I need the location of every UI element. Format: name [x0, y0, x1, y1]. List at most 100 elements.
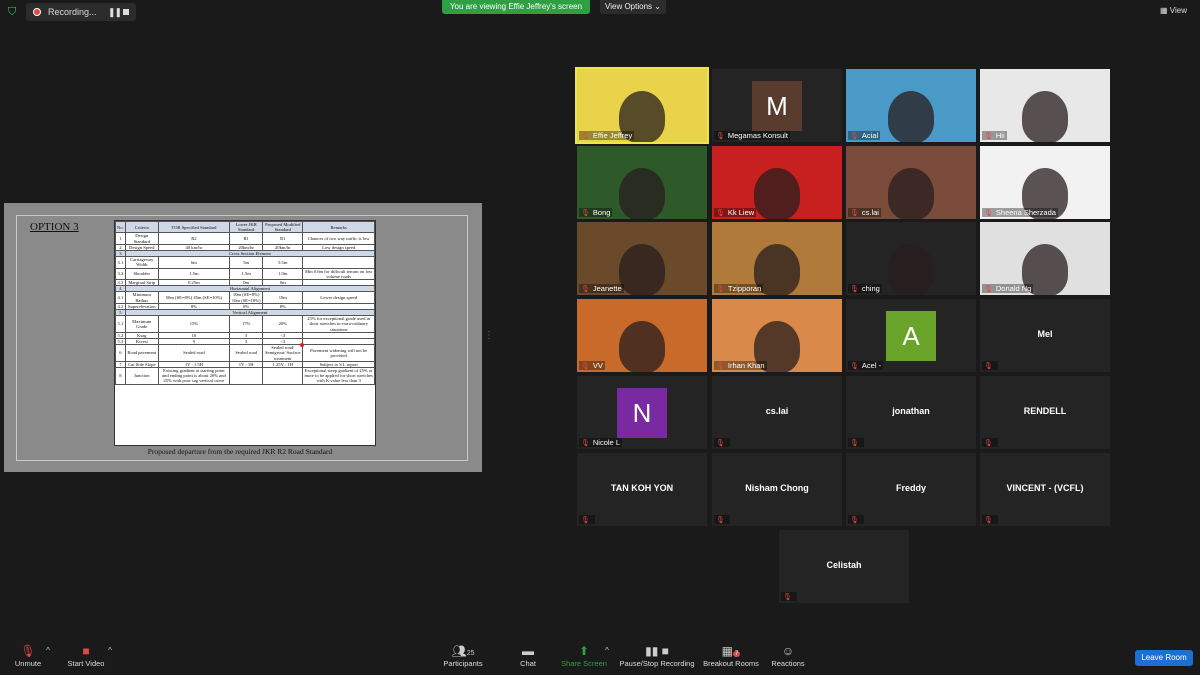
pointer-dot: [300, 343, 304, 347]
participant-tile[interactable]: 🎙︎ cs.lai: [846, 146, 976, 219]
participant-label: 🎙︎ Donald Ng: [982, 284, 1034, 293]
table-header-cell: Remarks: [302, 220, 375, 234]
participant-tile[interactable]: 🎙︎ Sheena Sherzada: [980, 146, 1110, 219]
pause-stop-recording-button[interactable]: ▮▮ ■ Pause/Stop Recording: [619, 643, 695, 668]
participant-tile[interactable]: Celistah 🎙︎: [779, 530, 909, 603]
participant-label-text: ching: [861, 284, 880, 293]
view-options-button[interactable]: View Options ⌄: [600, 0, 666, 14]
participant-tile[interactable]: Nisham Chong 🎙︎: [712, 453, 842, 526]
participant-label: 🎙︎ ching: [848, 284, 882, 293]
mic-muted-icon: 🎙︎: [581, 517, 590, 524]
table-cell: Cut Side Slope: [124, 360, 159, 369]
share-options-chevron[interactable]: ^: [602, 643, 612, 659]
mic-muted-icon: 🎙︎: [984, 286, 993, 293]
participant-label-text: Irhan Khan: [727, 361, 765, 370]
participant-name: RENDELL: [1023, 406, 1067, 416]
participant-label-text: Acel -: [861, 361, 882, 370]
participant-tile[interactable]: cs.lai 🎙︎: [712, 376, 842, 449]
stop-recording-icon[interactable]: [123, 9, 129, 15]
participant-name: jonathan: [892, 406, 930, 416]
share-screen-label: Share Screen: [561, 659, 607, 668]
participant-tile[interactable]: 🎙︎ Irhan Khan: [712, 299, 842, 372]
table-cell: Sealed road/ Semigrout/ Surface treatmen…: [262, 344, 304, 362]
mic-muted-icon: 🎙︎: [716, 133, 725, 140]
participant-label-text: Sheena Sherzada: [995, 208, 1056, 217]
participant-tile[interactable]: 🎙︎ Effie Jeffrey: [575, 67, 709, 144]
mic-muted-icon: 🎙︎: [850, 440, 859, 447]
participant-tile[interactable]: jonathan 🎙︎: [846, 376, 976, 449]
participant-tile[interactable]: TAN KOH YON 🎙︎: [577, 453, 707, 526]
mic-muted-icon: 🎙︎: [783, 594, 792, 601]
split-handle[interactable]: ⋮: [484, 330, 494, 344]
table-cell: R2: [157, 232, 231, 245]
participant-label-text: Jeanette: [592, 284, 622, 293]
participant-tile[interactable]: M 🎙︎ Megamas Konsult: [712, 69, 842, 142]
participant-label-text: Kk Liew: [727, 208, 755, 217]
participant-tile[interactable]: 🎙︎ Jeanette: [577, 222, 707, 295]
participant-label-text: Effie Jeffrey: [592, 131, 633, 140]
participants-button[interactable]: 👥︎25 Participants: [428, 643, 498, 668]
participants-count: 25: [466, 650, 475, 657]
table-row: 5.1 Maximum Grade 15% 17% 20% 25% for excepti…: [115, 315, 375, 333]
participant-tile[interactable]: N 🎙︎ Nicole L: [577, 376, 707, 449]
table-cell: 3.2: [115, 267, 126, 281]
participant-tile[interactable]: 🎙︎ ching: [846, 222, 976, 295]
mic-muted-icon: 🎙︎: [984, 440, 993, 447]
breakout-rooms-label: Breakout Rooms: [703, 659, 759, 668]
participant-tile[interactable]: Mel 🎙︎: [980, 299, 1110, 372]
participant-tile[interactable]: 🎙︎ Hii: [980, 69, 1110, 142]
table-cell: 4.1: [115, 291, 126, 304]
reactions-button[interactable]: ☺ Reactions: [753, 643, 823, 668]
mic-muted-icon: 🎙︎: [850, 286, 859, 293]
participant-name: Mel: [1037, 329, 1053, 339]
leave-room-button[interactable]: Leave Room: [1135, 650, 1193, 666]
table-header-cell: Criteria: [124, 220, 159, 234]
participant-name: VINCENT - (VCFL): [1006, 483, 1084, 493]
mic-muted-icon: 🎙︎: [850, 517, 859, 524]
participant-tile[interactable]: A 🎙︎ Acel -: [846, 299, 976, 372]
table-row: 8 Junction Existing gradient at starting p…: [115, 367, 375, 385]
unmute-label: Unmute: [14, 659, 42, 668]
participant-label: 🎙︎ Jeanette: [579, 284, 624, 293]
mic-muted-icon: 🎙︎: [581, 440, 590, 447]
pause-recording-icon[interactable]: ❚❚: [108, 7, 122, 18]
participant-tile[interactable]: 🎙︎ Donald Ng: [980, 222, 1110, 295]
table-cell: Road pavement: [124, 344, 159, 362]
participant-label: 🎙︎: [579, 515, 595, 524]
table-row: 1 Design Standard R2 R1 R1 Chances of two way…: [115, 232, 375, 245]
participant-tile[interactable]: 🎙︎ Bong: [577, 146, 707, 219]
security-shield-icon[interactable]: ⛉: [8, 6, 18, 18]
video-feed: [619, 168, 665, 219]
participant-tile[interactable]: 🎙︎ Tzipporan: [712, 222, 842, 295]
participant-tile[interactable]: VINCENT - (VCFL) 🎙︎: [980, 453, 1110, 526]
table-row: 4.1 Minimum Radius 50m (SE=8%) 45m (SE=10%…: [115, 291, 375, 304]
table-cell: Marginal Strip: [124, 279, 159, 287]
participant-label: 🎙︎ Irhan Khan: [714, 361, 767, 370]
participant-tile[interactable]: 🎙︎ VV: [577, 299, 707, 372]
pause-stop-recording-label: Pause/Stop Recording: [619, 659, 695, 668]
table-cell: 15%: [157, 315, 231, 333]
participant-label: 🎙︎: [982, 361, 998, 370]
chat-label: Chat: [520, 659, 536, 668]
table-row: 3.2 Shoulder 1.5m 1.5m 1.0m Min 0.6m for diff…: [115, 267, 375, 281]
recording-label: Recording...: [48, 7, 97, 17]
participant-tile[interactable]: Freddy 🎙︎: [846, 453, 976, 526]
meeting-toolbar: 🎙︎ Unmute ^ ■ Start Video ^ 👥︎25 Participan…: [0, 640, 1200, 675]
participant-label-text: cs.lai: [861, 208, 879, 217]
view-options-label: View Options: [605, 2, 653, 11]
table-cell: 1: [115, 232, 126, 245]
view-button[interactable]: ▦ View: [1160, 6, 1187, 15]
participant-name: TAN KOH YON: [610, 483, 674, 493]
video-options-chevron[interactable]: ^: [105, 643, 115, 659]
participant-label-text: Nicole L: [592, 438, 620, 447]
participant-tile[interactable]: 🎙︎ Acial: [846, 69, 976, 142]
breakout-badge: 7: [733, 651, 741, 657]
table-cell: Superelevation: [124, 302, 159, 311]
participant-tile[interactable]: RENDELL 🎙︎: [980, 376, 1110, 449]
participant-tile[interactable]: 🎙︎ Kk Liew: [712, 146, 842, 219]
participant-label: 🎙︎ Bong: [579, 208, 613, 217]
participant-label-text: Bong: [592, 208, 611, 217]
participant-label: 🎙︎ VV: [579, 361, 605, 370]
participant-label: 🎙︎ Acel -: [848, 361, 884, 370]
slide-caption: Proposed departure from the required JKR…: [147, 447, 333, 456]
